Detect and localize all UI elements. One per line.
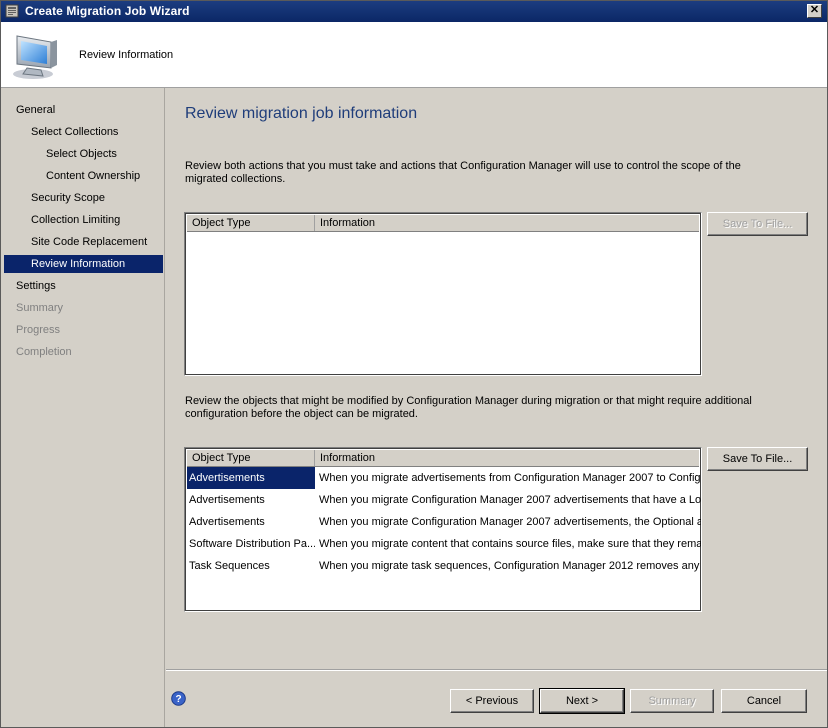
title-bar: Create Migration Job Wizard ✕ — [1, 1, 827, 22]
cell-information: When you migrate advertisements from Con… — [319, 472, 701, 484]
save-to-file-button-1[interactable]: Save To File... — [707, 212, 808, 236]
column-object-type[interactable]: Object Type — [187, 450, 315, 466]
nav-item-review-information[interactable]: Review Information — [4, 255, 163, 273]
cell-object-type: Software Distribution Pa... — [189, 538, 315, 550]
table-row[interactable]: Task Sequences When you migrate task sequ… — [187, 555, 701, 577]
close-icon: ✕ — [809, 4, 820, 16]
cell-object-type: Advertisements — [189, 494, 265, 506]
nav-item-general[interactable]: General — [4, 101, 163, 119]
actions-list-header: Object Type Information — [187, 215, 699, 232]
previous-button[interactable]: < Previous — [450, 689, 534, 713]
cell-information: When you migrate task sequences, Configu… — [319, 560, 701, 572]
nav-item-settings[interactable]: Settings — [4, 277, 163, 295]
nav-item-collection-limiting[interactable]: Collection Limiting — [4, 211, 163, 229]
wizard-app-icon — [5, 4, 19, 18]
cell-information: When you migrate Configuration Manager 2… — [319, 494, 701, 506]
table-row[interactable]: Software Distribution Pa... When you migr… — [187, 533, 701, 555]
actions-description: Review both actions that you must take a… — [185, 160, 741, 185]
cell-information: When you migrate Configuration Manager 2… — [319, 516, 701, 528]
table-row[interactable]: Advertisements When you migrate advertise… — [187, 467, 701, 489]
cancel-button[interactable]: Cancel — [721, 689, 807, 713]
header-title: Review Information — [79, 49, 174, 61]
next-button[interactable]: Next > — [539, 688, 625, 714]
svg-text:?: ? — [175, 694, 181, 705]
objects-description: Review the objects that might be modifie… — [185, 395, 752, 420]
cell-object-type: Advertisements — [187, 467, 315, 489]
help-question-icon[interactable]: ? — [171, 691, 186, 706]
cell-object-type: Advertisements — [189, 516, 265, 528]
actions-list[interactable]: Object Type Information — [184, 212, 702, 376]
page-title: Review migration job information — [185, 105, 418, 122]
wizard-window: Create Migration Job Wizard ✕ Review Inf… — [0, 0, 828, 728]
cell-object-type: Task Sequences — [189, 560, 270, 572]
objects-list[interactable]: Object Type Information Advertisements Wh… — [184, 447, 702, 612]
nav-item-summary: Summary — [16, 302, 64, 314]
column-information[interactable]: Information — [315, 215, 701, 231]
table-row[interactable]: Advertisements When you migrate Configura… — [187, 489, 701, 511]
nav-item-select-collections[interactable]: Select Collections — [4, 123, 163, 141]
save-to-file-button-2[interactable]: Save To File... — [707, 447, 808, 471]
table-row[interactable]: Advertisements When you migrate Configura… — [187, 511, 701, 533]
footer-divider — [166, 669, 827, 671]
close-button[interactable]: ✕ — [807, 4, 822, 18]
objects-list-header: Object Type Information — [187, 450, 699, 467]
nav-item-completion: Completion — [16, 346, 72, 358]
content-pane: Review migration job information Review … — [166, 88, 827, 668]
computer-monitor-icon — [13, 35, 57, 79]
nav-item-select-objects[interactable]: Select Objects — [4, 145, 163, 163]
column-information[interactable]: Information — [315, 450, 701, 466]
wizard-nav: General Select Collections Select Objects C… — [1, 88, 165, 727]
nav-item-progress: Progress — [16, 324, 61, 336]
summary-button[interactable]: Summary — [630, 689, 714, 713]
wizard-header: Review Information — [1, 22, 827, 88]
nav-item-site-code-replacement[interactable]: Site Code Replacement — [4, 233, 163, 251]
column-object-type[interactable]: Object Type — [187, 215, 315, 231]
nav-item-content-ownership[interactable]: Content Ownership — [4, 167, 163, 185]
nav-item-security-scope[interactable]: Security Scope — [4, 189, 163, 207]
cell-information: When you migrate content that contains s… — [319, 538, 701, 550]
window-title: Create Migration Job Wizard — [25, 4, 190, 18]
